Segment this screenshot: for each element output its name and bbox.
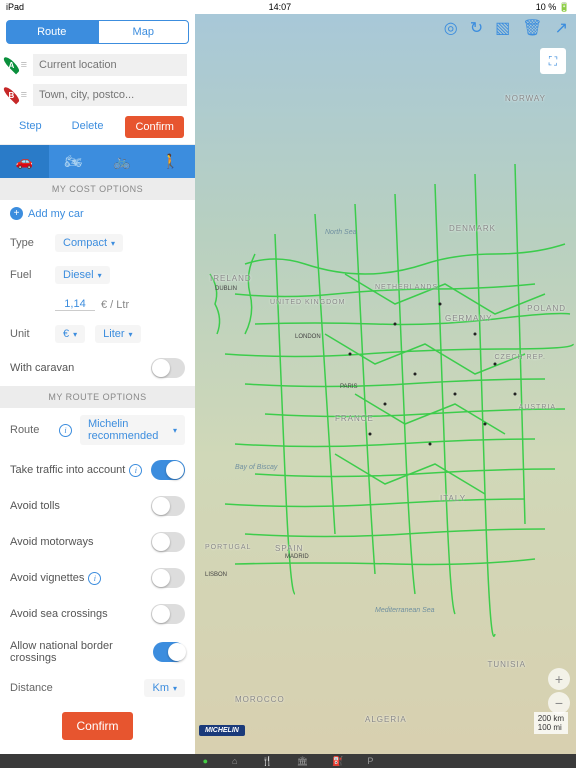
sea-toggle[interactable] [151,604,185,624]
delete-button[interactable]: Delete [64,116,112,138]
tab-route[interactable]: Route [6,20,98,44]
type-label: Type [10,237,55,249]
distance-label: Distance [10,682,144,694]
unit-label: Unit [10,328,55,340]
type-dropdown[interactable]: Compact [55,234,123,252]
currency-dropdown[interactable]: € [55,325,85,343]
country-label: CZECH REP. [495,354,547,361]
traffic-label: Take traffic into account [10,464,125,476]
poi-restaurant-icon[interactable]: 🍴 [261,756,272,767]
city-label: PARIS [340,384,358,390]
city-label: LISBON [205,572,227,578]
volume-dropdown[interactable]: Liter [95,325,140,343]
tolls-toggle[interactable] [151,496,185,516]
country-label: ALGERIA [365,715,407,724]
poi-fuel-icon[interactable]: ⛽ [332,756,343,767]
caravan-label: With caravan [10,362,74,374]
country-label: ITALY [440,494,466,503]
destination-input[interactable] [33,84,187,106]
traffic-toggle[interactable] [151,460,185,480]
country-label: FRANCE [335,414,374,423]
country-label: GERMANY [445,314,492,323]
route-section-header: MY ROUTE OPTIONS [0,386,195,408]
battery-label: 10 % 🔋 [536,2,570,13]
city-label: LONDON [295,334,321,340]
route-type-dropdown[interactable]: Michelin recommended [80,415,185,445]
add-car-link[interactable]: Add my car [28,208,84,220]
sea-label: Bay of Biscay [235,464,277,471]
motorways-toggle[interactable] [151,532,185,552]
mode-motorcycle[interactable]: 🏍 [49,145,98,178]
poi-hotel-icon[interactable]: ⌂ [232,756,237,766]
fuel-label: Fuel [10,269,55,281]
poi-parking-icon[interactable]: P [367,756,373,766]
sidebar: Route Map A ≡ B ≡ Step Delete Confirm 🚗 … [0,14,195,754]
info-icon[interactable]: i [129,464,142,477]
cost-section-header: MY COST OPTIONS [0,178,195,200]
sea-label: Mediterranean Sea [375,607,435,614]
zoom-out-button[interactable]: − [548,692,570,714]
info-icon[interactable]: i [59,424,72,437]
price-unit-label: € / Ltr [101,299,129,311]
origin-input[interactable] [33,54,187,76]
poi-sight-icon[interactable]: 🏛 [297,756,308,767]
tolls-label: Avoid tolls [10,500,60,512]
mode-car[interactable]: 🚗 [0,145,49,178]
fuel-dropdown[interactable]: Diesel [55,266,110,284]
history-icon[interactable]: ↻ [470,18,483,38]
country-label: NETHERLANDS [375,284,438,291]
price-input[interactable] [55,298,95,311]
poi-traffic-icon[interactable]: ● [203,756,208,766]
confirm-route-button[interactable]: Confirm [62,712,132,740]
country-label: SPAIN [275,544,303,553]
vignettes-toggle[interactable] [151,568,185,588]
vignettes-label: Avoid vignettes [10,572,84,584]
map[interactable]: ◎ ↻ ▧ 🗑 ↗ ⛶ [195,14,576,754]
motorways-label: Avoid motorways [10,536,94,548]
road-network [195,14,576,754]
mode-walk[interactable]: 🚶 [146,145,195,178]
city-label: MADRID [285,554,309,560]
step-button[interactable]: Step [11,116,50,138]
clock: 14:07 [269,2,292,12]
michelin-logo: MICHELIN [199,725,245,736]
sea-label: North Sea [325,229,357,236]
tab-map[interactable]: Map [98,20,190,44]
country-label: PORTUGAL [205,544,251,551]
bottom-toolbar: ● ⌂ 🍴 🏛 ⛽ P [0,754,576,768]
layers-icon[interactable]: ▧ [495,18,510,38]
distance-dropdown[interactable]: Km [144,679,185,697]
country-label: NORWAY [505,94,546,103]
country-label: IRELAND [210,274,252,283]
scale-bar: 200 km100 mi [534,712,568,734]
country-label: TUNISIA [487,660,526,669]
pin-b-icon: B [2,86,21,105]
country-label: DENMARK [449,224,496,233]
city-label: DUBLIN [215,286,237,292]
plus-icon: + [10,207,23,220]
country-label: UNITED KINGDOM [270,299,345,306]
route-label: Route [10,424,55,436]
country-label: POLAND [527,304,566,313]
locate-icon[interactable]: ◎ [444,18,458,38]
fullscreen-button[interactable]: ⛶ [540,48,566,74]
share-icon[interactable]: ↗ [555,18,568,38]
country-label: MOROCCO [235,695,285,704]
device-label: iPad [6,2,24,12]
confirm-button[interactable]: Confirm [125,116,184,138]
caravan-toggle[interactable] [151,358,185,378]
pin-a-icon: A [2,56,21,75]
sea-label: Avoid sea crossings [10,608,108,620]
border-label: Allow national border crossings [10,640,153,664]
country-label: AUSTRIA [519,404,556,411]
info-icon[interactable]: i [88,572,101,585]
border-toggle[interactable] [153,642,185,662]
trash-icon[interactable]: 🗑 [522,18,542,38]
mode-bike[interactable]: 🚲 [98,145,147,178]
zoom-in-button[interactable]: + [548,668,570,690]
